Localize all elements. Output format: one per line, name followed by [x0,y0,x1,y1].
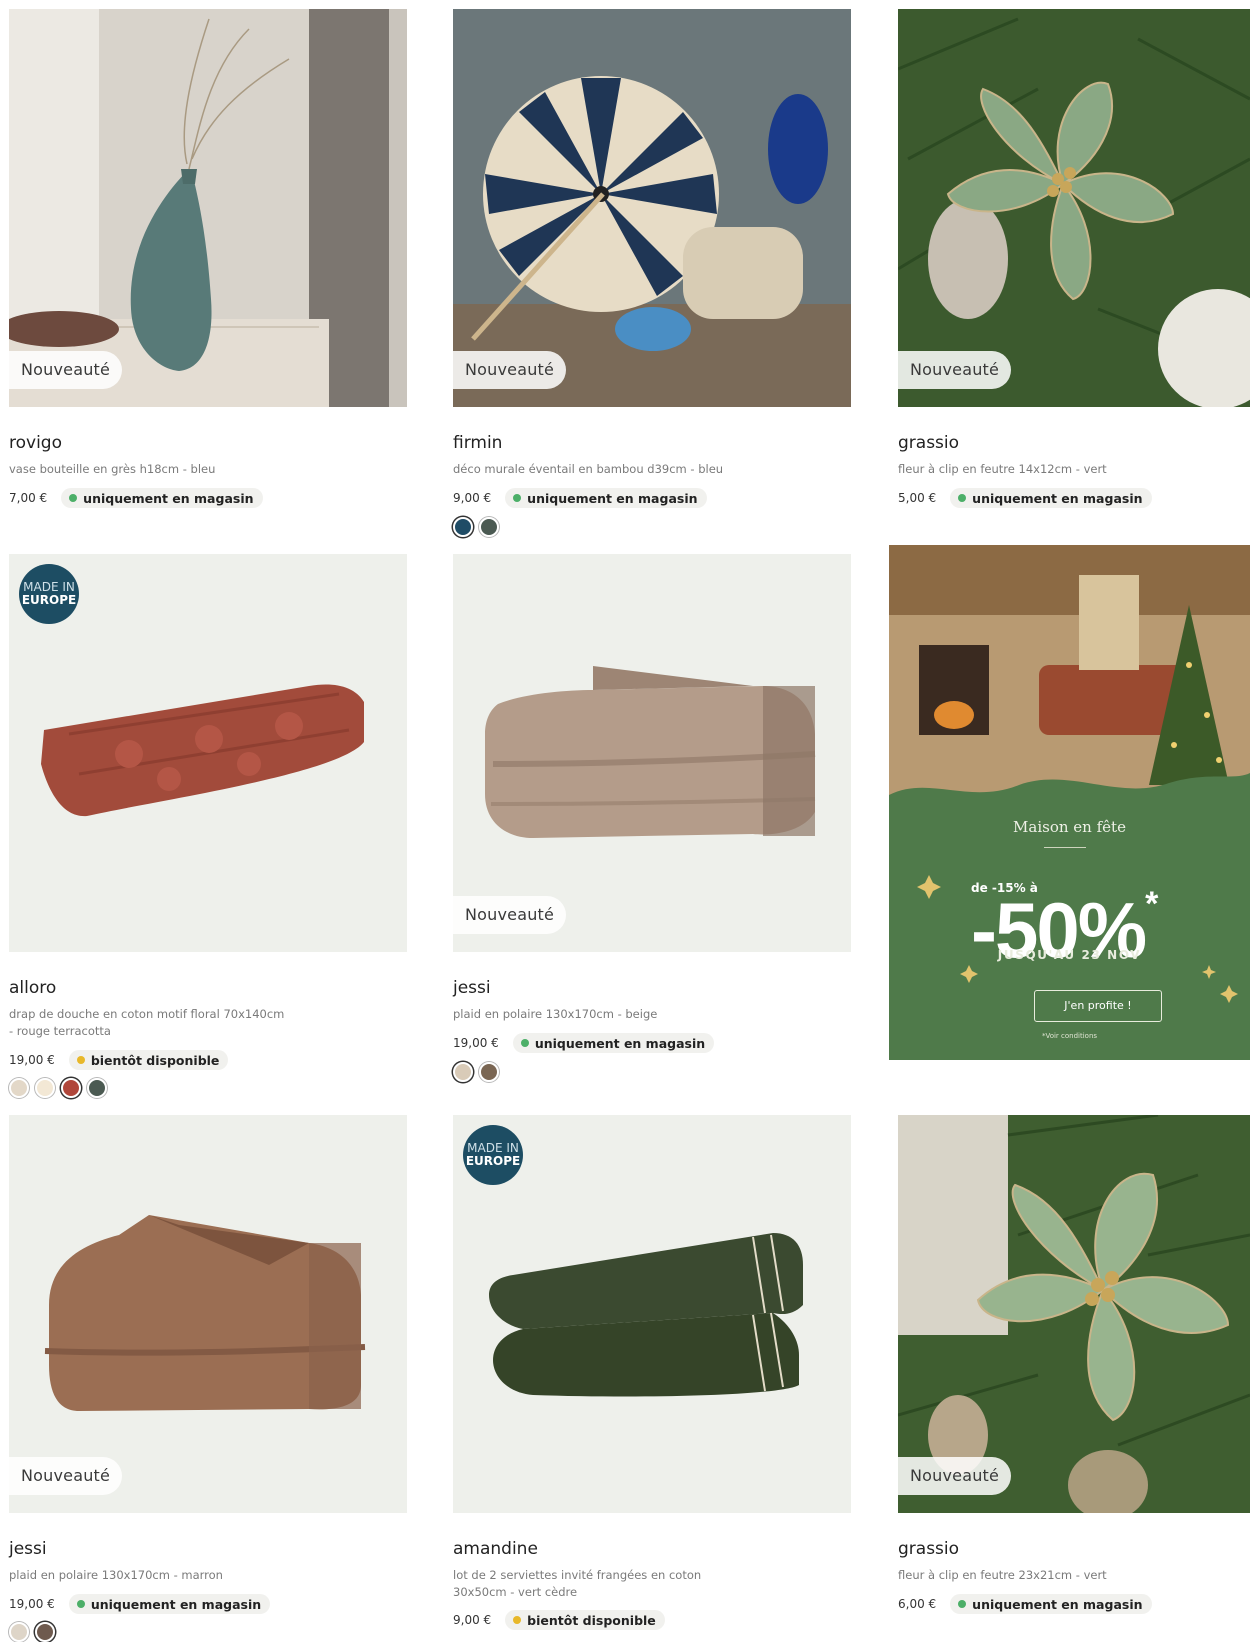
availability-badge: uniquement en magasin [950,1594,1152,1614]
color-swatch[interactable] [35,1078,55,1098]
availability-dot-icon [520,1039,529,1047]
product-name[interactable]: jessi [9,1539,47,1559]
product-price: 7,00 € [9,491,48,505]
promo-conditions-link[interactable]: *Voir conditions [889,1032,1250,1040]
promo-asterisk: * [1145,885,1158,923]
color-swatch[interactable] [61,1078,81,1098]
availability-badge: bientôt disponible [68,1050,229,1070]
price-row: 9,00 € bientôt disponible [453,1610,665,1630]
product-name[interactable]: amandine [453,1539,538,1559]
product-description: lot de 2 serviettes invité frangées en c… [453,1568,702,1599]
availability-dot-icon [958,1600,967,1608]
product-image[interactable]: Nouveauté [898,9,1250,407]
price-row: 19,00 € uniquement en magasin [9,1594,271,1614]
price-row: 19,00 € bientôt disponible [9,1050,229,1070]
color-swatch[interactable] [35,1622,55,1642]
availability-badge: uniquement en magasin [61,488,263,508]
new-badge: Nouveauté [9,351,123,389]
color-swatch[interactable] [9,1078,29,1098]
product-description: plaid en polaire 130x170cm - marron [9,1568,223,1582]
color-swatch[interactable] [453,1062,473,1082]
price-row: 5,00 € uniquement en magasin [898,488,1152,508]
promo-banner[interactable]: Maison en fête de -15% à -50%* JUSQU'AU … [889,545,1250,1060]
promo-divider [1044,847,1086,848]
promo-title: Maison en fête [1013,818,1126,836]
availability-label: uniquement en magasin [527,490,698,506]
new-badge: Nouveauté [453,351,567,389]
made-in-europe-badge: MADE IN EUROPE [19,564,79,624]
availability-dot-icon [76,1056,85,1064]
product-description: drap de douche en coton motif floral 70x… [9,1007,285,1038]
availability-label: bientôt disponible [90,1052,220,1068]
new-badge: Nouveauté [898,1457,1012,1495]
availability-badge: uniquement en magasin [512,1033,715,1053]
availability-dot-icon [76,1600,85,1608]
product-name[interactable]: firmin [453,433,502,453]
availability-badge: uniquement en magasin [68,1594,271,1614]
availability-dot-icon [958,494,967,502]
availability-dot-icon [513,494,522,502]
product-price: 19,00 € [9,1053,55,1067]
product-name[interactable]: grassio [898,433,959,453]
price-row: 6,00 € uniquement en magasin [898,1594,1152,1614]
product-price: 5,00 € [898,491,937,505]
availability-label: uniquement en magasin [534,1035,706,1051]
availability-dot-icon [69,494,78,502]
product-description: déco murale éventail en bambou d39cm - b… [453,462,724,476]
availability-badge: uniquement en magasin [505,488,707,508]
color-swatch[interactable] [87,1078,107,1098]
product-price: 9,00 € [453,491,492,505]
price-row: 19,00 € uniquement en magasin [453,1033,715,1053]
availability-dot-icon [513,1616,522,1624]
availability-badge: uniquement en magasin [950,488,1152,508]
product-description: vase bouteille en grès h18cm - bleu [9,462,216,476]
availability-badge: bientôt disponible [505,1610,665,1630]
product-image[interactable]: Nouveauté [9,9,407,407]
product-description: fleur à clip en feutre 23x21cm - vert [898,1568,1107,1582]
color-swatches [9,1622,55,1642]
new-badge: Nouveauté [898,351,1012,389]
product-image[interactable]: MADE IN EUROPE [9,554,407,952]
promo-end-date: JUSQU'AU 23 NOV [997,948,1142,962]
product-name[interactable]: alloro [9,978,56,998]
availability-label: uniquement en magasin [83,490,254,506]
color-swatches [453,1062,499,1082]
color-swatches [9,1078,107,1098]
europe-label: EUROPE [21,593,77,607]
color-swatches [453,517,499,537]
product-name[interactable]: rovigo [9,433,62,453]
product-price: 6,00 € [898,1597,937,1611]
product-price: 19,00 € [453,1036,499,1050]
price-row: 7,00 € uniquement en magasin [9,488,263,508]
promo-cta-button[interactable]: J'en profite ! [1034,990,1162,1022]
made-in-europe-badge: MADE IN EUROPE [463,1125,523,1185]
product-image[interactable]: Nouveauté [898,1115,1250,1513]
product-image[interactable]: Nouveauté [9,1115,407,1513]
product-description: fleur à clip en feutre 14x12cm - vert [898,462,1107,476]
color-swatch[interactable] [453,517,473,537]
product-image[interactable]: Nouveauté [453,554,851,952]
product-price: 19,00 € [9,1597,55,1611]
product-name[interactable]: grassio [898,1539,959,1559]
availability-label: uniquement en magasin [90,1596,262,1612]
new-badge: Nouveauté [9,1457,123,1495]
color-swatch[interactable] [479,1062,499,1082]
price-row: 9,00 € uniquement en magasin [453,488,707,508]
new-badge: Nouveauté [453,896,567,934]
availability-label: bientôt disponible [527,1612,656,1628]
product-price: 9,00 € [453,1613,492,1627]
availability-label: uniquement en magasin [972,490,1143,506]
promo-discount: -50%* [971,885,1158,976]
product-image[interactable]: Nouveauté [453,9,851,407]
color-swatch[interactable] [479,517,499,537]
availability-label: uniquement en magasin [972,1596,1143,1612]
product-name[interactable]: jessi [453,978,491,998]
color-swatch[interactable] [9,1622,29,1642]
product-image[interactable]: MADE IN EUROPE [453,1115,851,1513]
europe-label: EUROPE [465,1154,521,1168]
product-description: plaid en polaire 130x170cm - beige [453,1007,658,1021]
